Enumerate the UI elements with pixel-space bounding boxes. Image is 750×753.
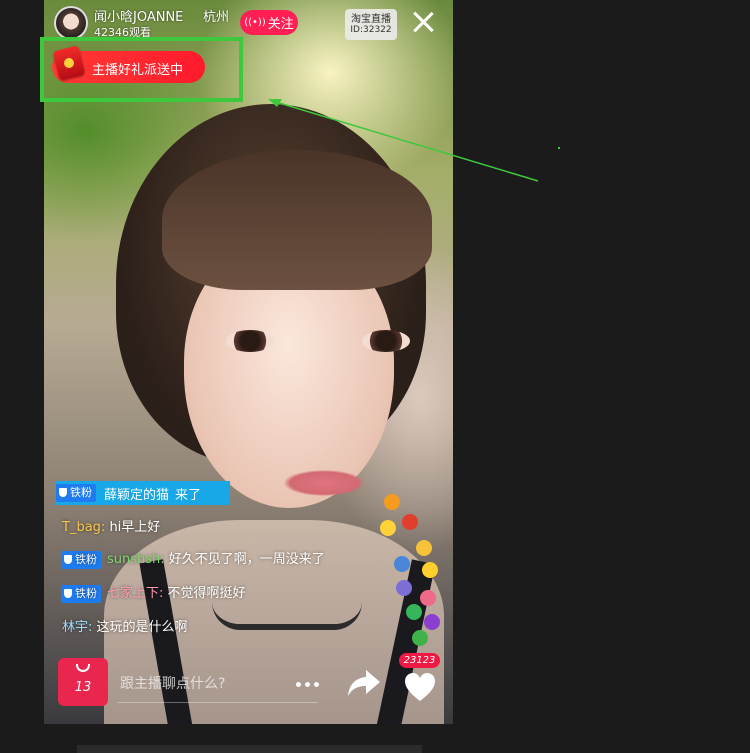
annotation-dot bbox=[558, 147, 560, 149]
bottom-strip bbox=[77, 745, 422, 753]
annotation-arrow bbox=[268, 99, 539, 182]
